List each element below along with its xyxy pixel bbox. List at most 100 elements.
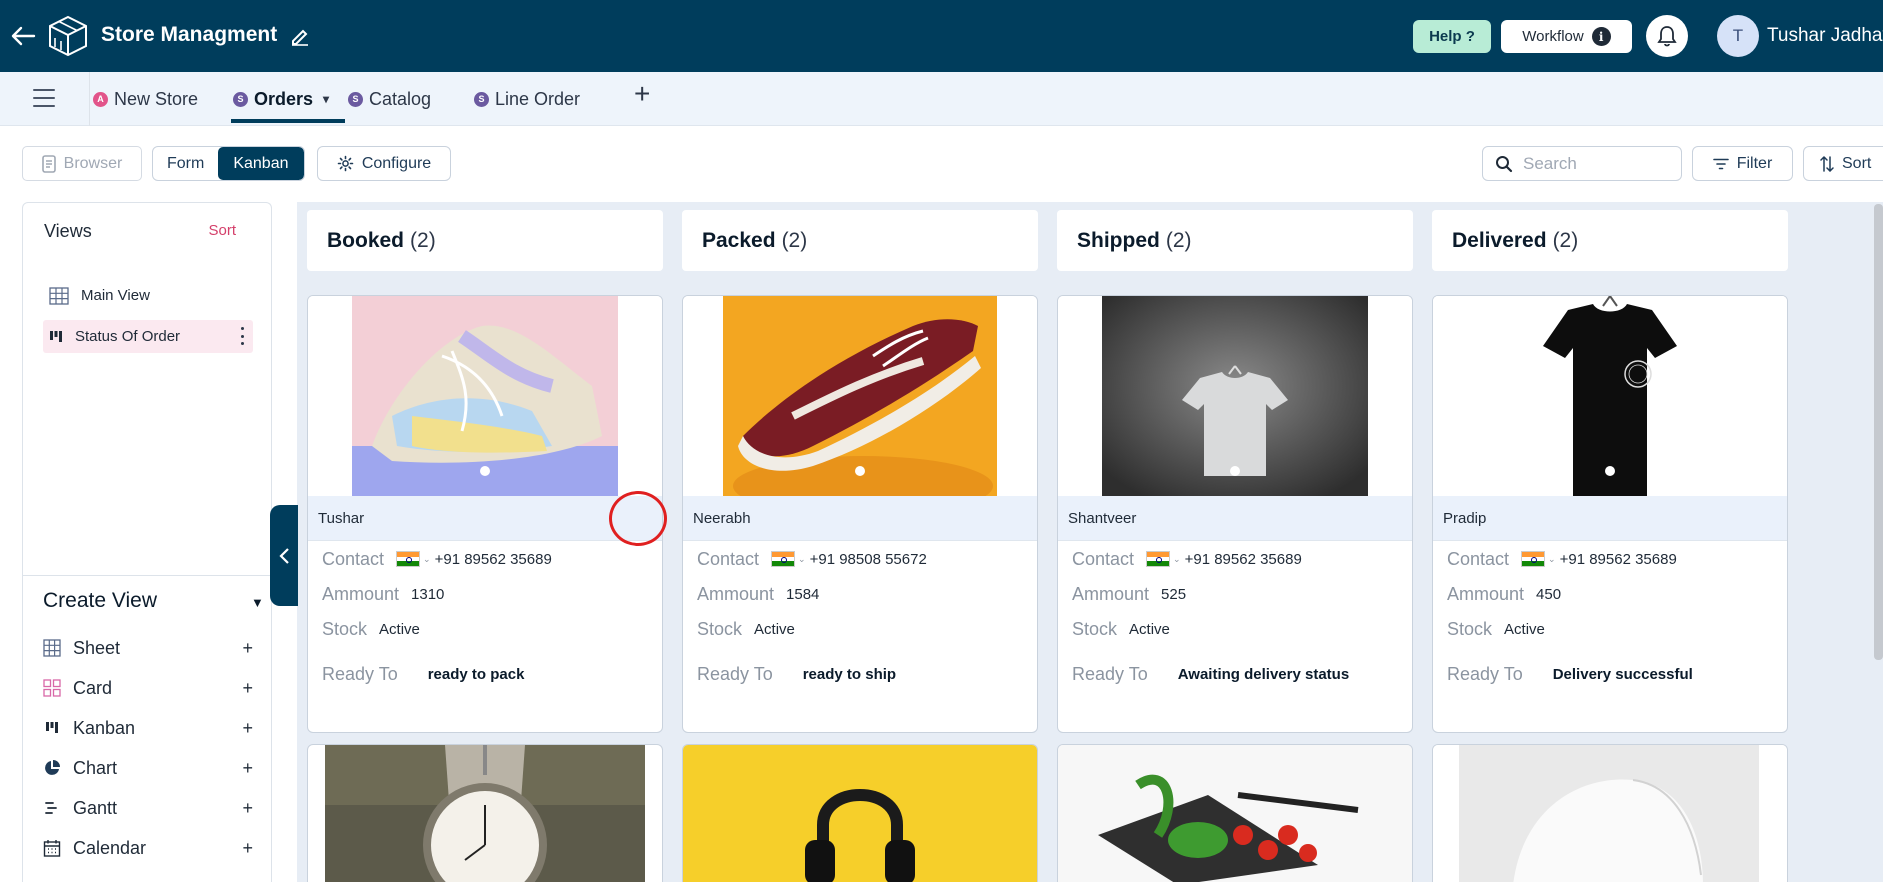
column-count: (2) xyxy=(781,228,808,252)
stock-value: Active xyxy=(1504,620,1545,638)
add-calendar-plus-icon[interactable]: + xyxy=(242,838,253,859)
order-card-partial[interactable] xyxy=(682,744,1038,882)
carousel-dot[interactable] xyxy=(1605,466,1615,476)
tab-new-store[interactable]: A New Store xyxy=(93,85,198,113)
kanban-toggle[interactable]: Kanban xyxy=(218,147,304,180)
filter-button[interactable]: Filter xyxy=(1692,146,1793,181)
order-card-partial[interactable] xyxy=(307,744,663,882)
india-flag-icon[interactable] xyxy=(1521,551,1546,567)
create-chart-item[interactable]: Chart + xyxy=(43,754,253,782)
configure-button[interactable]: Configure xyxy=(317,146,451,181)
column-title: Packed xyxy=(702,228,776,252)
grid-icon xyxy=(49,286,69,305)
search-box[interactable] xyxy=(1482,146,1682,181)
add-card-plus-icon[interactable]: + xyxy=(242,678,253,699)
tab-catalog[interactable]: S Catalog xyxy=(348,85,431,113)
column-count: (2) xyxy=(410,228,436,252)
india-flag-icon[interactable] xyxy=(771,551,796,567)
tab-label: New Store xyxy=(114,88,199,109)
chevron-down-icon[interactable]: ⌄ xyxy=(1173,554,1181,565)
order-card-partial[interactable] xyxy=(1432,744,1788,882)
order-card-shantveer[interactable]: Shantveer Contact ⌄ +91 89562 35689 Ammo… xyxy=(1057,295,1413,733)
user-name[interactable]: Tushar Jadhav xyxy=(1767,25,1883,47)
chevron-down-icon[interactable]: ⌄ xyxy=(798,554,806,565)
column-header-delivered: Delivered (2) xyxy=(1432,210,1788,271)
card-image xyxy=(308,296,662,498)
chevron-down-icon[interactable]: ▾ xyxy=(323,92,329,106)
card-image xyxy=(1058,296,1412,498)
search-icon xyxy=(1496,155,1513,172)
carousel-dot[interactable] xyxy=(1230,466,1240,476)
tab-orders[interactable]: S Orders ▾ xyxy=(233,85,329,113)
order-card-partial[interactable] xyxy=(1057,744,1413,882)
vertical-scrollbar[interactable] xyxy=(1874,204,1883,660)
ready-status: Awaiting delivery status xyxy=(1177,665,1350,683)
contact-phone: +91 89562 35689 xyxy=(434,550,552,568)
tab-badge: S xyxy=(233,91,248,107)
ready-status: ready to pack xyxy=(427,665,525,683)
vegetables-photo xyxy=(1058,745,1412,882)
carousel-dot[interactable] xyxy=(855,466,865,476)
field-label: Ready To xyxy=(1072,663,1148,684)
field-label: Stock xyxy=(697,618,743,639)
hamburger-menu-icon[interactable] xyxy=(33,89,55,107)
notification-bell-button[interactable] xyxy=(1646,15,1688,57)
view-item-status-of-order[interactable]: Status Of Order xyxy=(43,320,253,353)
views-title: Views xyxy=(44,221,92,241)
help-button[interactable]: Help ? xyxy=(1413,20,1491,53)
tab-divider xyxy=(89,72,90,126)
field-label: Contact xyxy=(697,548,760,569)
india-flag-icon[interactable] xyxy=(396,551,421,567)
chevron-down-icon[interactable]: ⌄ xyxy=(423,554,431,565)
create-sheet-item[interactable]: Sheet + xyxy=(43,634,253,662)
create-kanban-item[interactable]: Kanban + xyxy=(43,714,253,742)
browser-button[interactable]: Browser xyxy=(22,146,142,181)
add-kanban-plus-icon[interactable]: + xyxy=(242,718,253,739)
create-calendar-item[interactable]: Calendar + xyxy=(43,834,253,862)
views-sort-link[interactable]: Sort xyxy=(208,222,236,239)
create-card-item[interactable]: Card + xyxy=(43,674,253,702)
app-logo-icon xyxy=(49,15,87,57)
workflow-button[interactable]: Workflow i xyxy=(1501,20,1632,53)
column-count: (2) xyxy=(1165,228,1192,252)
column-header-packed: Packed (2) xyxy=(682,210,1038,271)
tab-badge: S xyxy=(348,91,363,107)
tab-label: Catalog xyxy=(369,88,432,109)
view-item-main-view[interactable]: Main View xyxy=(43,279,253,312)
search-input[interactable] xyxy=(1523,153,1673,174)
filter-icon xyxy=(1712,158,1729,169)
sort-button[interactable]: Sort xyxy=(1803,146,1883,181)
collapse-sidebar-handle[interactable] xyxy=(270,505,298,606)
contact-phone: +91 89562 35689 xyxy=(1184,550,1302,568)
stock-field: Stock Active xyxy=(697,617,795,641)
column-title: Booked xyxy=(327,228,405,252)
field-label: Ready To xyxy=(1447,663,1523,684)
filter-label: Filter xyxy=(1736,154,1773,172)
kebab-menu-icon[interactable] xyxy=(241,327,245,345)
card-image xyxy=(683,296,1037,516)
user-avatar[interactable]: T xyxy=(1717,15,1759,57)
chevron-down-icon[interactable]: ⌄ xyxy=(1548,554,1556,565)
tab-line-order[interactable]: S Line Order xyxy=(474,85,580,113)
add-chart-plus-icon[interactable]: + xyxy=(242,758,253,779)
back-arrow-icon[interactable] xyxy=(10,24,36,48)
order-card-neerabh[interactable]: Neerabh Contact ⌄ +91 98508 55672 Ammoun… xyxy=(682,295,1038,733)
ready-to-field: Ready To Awaiting delivery status xyxy=(1072,662,1349,686)
india-flag-icon[interactable] xyxy=(1146,551,1171,567)
chevron-down-icon[interactable]: ▼ xyxy=(251,595,264,610)
ready-to-field: Ready To ready to pack xyxy=(322,662,524,686)
add-gantt-plus-icon[interactable]: + xyxy=(242,798,253,819)
add-sheet-plus-icon[interactable]: + xyxy=(242,638,253,659)
edit-pencil-icon[interactable] xyxy=(290,26,310,46)
kanban-board: Booked (2) Packed (2) Shipped (2) Delivered… xyxy=(297,202,1883,882)
order-card-pradip[interactable]: Pradip Contact ⌄ +91 89562 35689 Ammount… xyxy=(1432,295,1788,733)
gear-icon xyxy=(337,155,354,172)
create-gantt-item[interactable]: Gantt + xyxy=(43,794,253,822)
tab-badge: A xyxy=(93,91,108,107)
create-view-title[interactable]: Create View xyxy=(43,589,157,613)
form-toggle[interactable]: Form xyxy=(153,147,218,180)
add-tab-button[interactable]: + xyxy=(634,80,650,108)
carousel-dot[interactable] xyxy=(480,466,490,476)
field-label: Stock xyxy=(322,618,368,639)
field-label: Contact xyxy=(1072,548,1135,569)
